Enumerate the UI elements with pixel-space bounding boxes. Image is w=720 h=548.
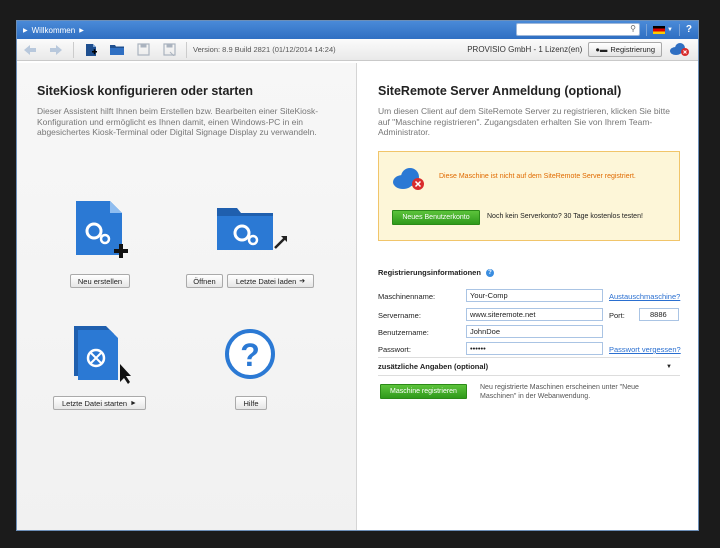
register-machine-label: Maschine registrieren xyxy=(390,388,457,395)
search-input[interactable] xyxy=(516,24,627,35)
load-last-file-button[interactable]: Letzte Datei laden ➔ xyxy=(227,274,314,288)
new-account-label: Neues Benutzerkonto xyxy=(402,214,470,221)
arrow-right-icon xyxy=(50,44,62,55)
version-text: Version: 8.9 Build 2821 (01/12/2014 14:2… xyxy=(193,45,336,54)
forward-button[interactable] xyxy=(43,40,69,60)
port-field[interactable] xyxy=(639,308,679,321)
start-last-file-button[interactable]: Letzte Datei starten ► xyxy=(53,396,146,410)
chevron-right-icon: ▶ xyxy=(79,27,84,34)
new-config-label: Neu erstellen xyxy=(77,276,123,286)
open-button[interactable]: Öffnen xyxy=(186,274,223,288)
save-button[interactable] xyxy=(130,40,156,60)
port-label: Port: xyxy=(609,311,625,320)
registration-button[interactable]: ●▬ Registrierung xyxy=(588,41,662,57)
username-field[interactable] xyxy=(466,325,603,338)
additional-info-dropdown[interactable]: zusätzliche Angaben (optional) ▼ xyxy=(378,357,680,376)
registration-label: Registrierung xyxy=(610,44,655,54)
register-note: Neu registrierte Maschinen erscheinen un… xyxy=(480,384,639,400)
new-file-icon xyxy=(86,43,97,56)
help-label: Hilfe xyxy=(243,398,259,408)
start-last-file-label: Letzte Datei starten xyxy=(62,398,128,408)
server-name-field[interactable] xyxy=(466,308,603,321)
save-icon xyxy=(136,43,150,56)
german-flag-icon xyxy=(652,25,665,34)
cloud-status-icon[interactable] xyxy=(668,41,690,57)
additional-info-label: zusätzliche Angaben (optional) xyxy=(378,362,489,371)
open-config-icon[interactable] xyxy=(215,204,289,259)
server-name-label: Servername: xyxy=(378,311,421,320)
panel-intro: Dieser Assistent hilft Ihnen beim Erstel… xyxy=(37,106,319,137)
search-box[interactable]: ⚲ xyxy=(515,23,640,36)
username-label: Benutzername: xyxy=(378,328,429,337)
app-window: ▶ Willkommen ▶ ⚲ ▼ ? Version: 8.9 Build … xyxy=(16,20,699,531)
load-last-file-label: Letzte Datei laden xyxy=(235,276,297,286)
svg-text:?: ? xyxy=(240,337,260,373)
chevron-down-icon: ▼ xyxy=(666,363,672,370)
registration-info-label: Registrierungsinformationen xyxy=(378,268,481,277)
new-config-button[interactable]: Neu erstellen xyxy=(70,274,130,288)
start-last-file-icon[interactable] xyxy=(70,324,132,389)
machine-name-label: Maschinenname: xyxy=(378,292,436,301)
panel-title: SiteRemote Server Anmeldung (optional) xyxy=(378,84,622,98)
not-registered-warning: Diese Maschine ist nicht auf dem SiteRem… xyxy=(439,173,636,180)
machine-name-field[interactable] xyxy=(466,289,603,302)
save-as-button[interactable] xyxy=(156,40,182,60)
arrow-left-icon xyxy=(24,44,36,55)
panel-title: SiteKiosk konfigurieren oder starten xyxy=(37,84,254,98)
back-button[interactable] xyxy=(17,40,43,60)
new-config-icon[interactable] xyxy=(74,199,130,264)
help-circle-icon[interactable]: ? xyxy=(224,328,276,383)
key-icon: ●▬ xyxy=(595,44,608,54)
siteremote-panel: SiteRemote Server Anmeldung (optional) U… xyxy=(358,63,698,530)
panel-intro: Um diesen Client auf dem SiteRemote Serv… xyxy=(378,106,670,137)
help-button-main[interactable]: Hilfe xyxy=(235,396,267,410)
exchange-machine-link[interactable]: Austauschmaschine? xyxy=(609,292,680,301)
cloud-error-icon xyxy=(391,166,425,195)
toolbar: Version: 8.9 Build 2821 (01/12/2014 14:2… xyxy=(17,39,698,61)
new-account-button[interactable]: Neues Benutzerkonto xyxy=(392,210,480,225)
info-icon[interactable]: ? xyxy=(485,268,494,277)
registration-info-heading: Registrierungsinformationen ? xyxy=(378,268,494,277)
open-folder-button[interactable] xyxy=(104,40,130,60)
folder-icon xyxy=(110,45,124,55)
trial-text: Noch kein Serverkonto? 30 Tage kostenlos… xyxy=(487,213,643,220)
license-text: PROVISIO GmbH - 1 Lizenz(en) xyxy=(467,44,583,54)
language-selector[interactable]: ▼ xyxy=(652,25,673,34)
open-label: Öffnen xyxy=(193,276,216,286)
sitekiosk-panel: SiteKiosk konfigurieren oder starten Die… xyxy=(17,63,357,530)
search-icon[interactable]: ⚲ xyxy=(630,24,636,33)
password-label: Passwort: xyxy=(378,345,411,354)
register-machine-button[interactable]: Maschine registrieren xyxy=(380,384,467,399)
title-bar: ▶ Willkommen ▶ ⚲ ▼ ? xyxy=(17,21,698,39)
play-icon: ► xyxy=(130,399,137,407)
password-field[interactable] xyxy=(466,342,603,355)
new-file-button[interactable] xyxy=(78,40,104,60)
arrow-right-icon: ➔ xyxy=(299,278,306,285)
save-as-icon xyxy=(162,43,176,56)
registration-notice: Diese Maschine ist nicht auf dem SiteRem… xyxy=(378,151,680,241)
help-button[interactable]: ? xyxy=(686,24,692,35)
breadcrumb[interactable]: Willkommen xyxy=(32,26,76,35)
chevron-down-icon: ▼ xyxy=(666,26,673,33)
forgot-password-link[interactable]: Passwort vergessen? xyxy=(609,345,681,354)
triangle-right-icon: ▶ xyxy=(23,27,28,34)
